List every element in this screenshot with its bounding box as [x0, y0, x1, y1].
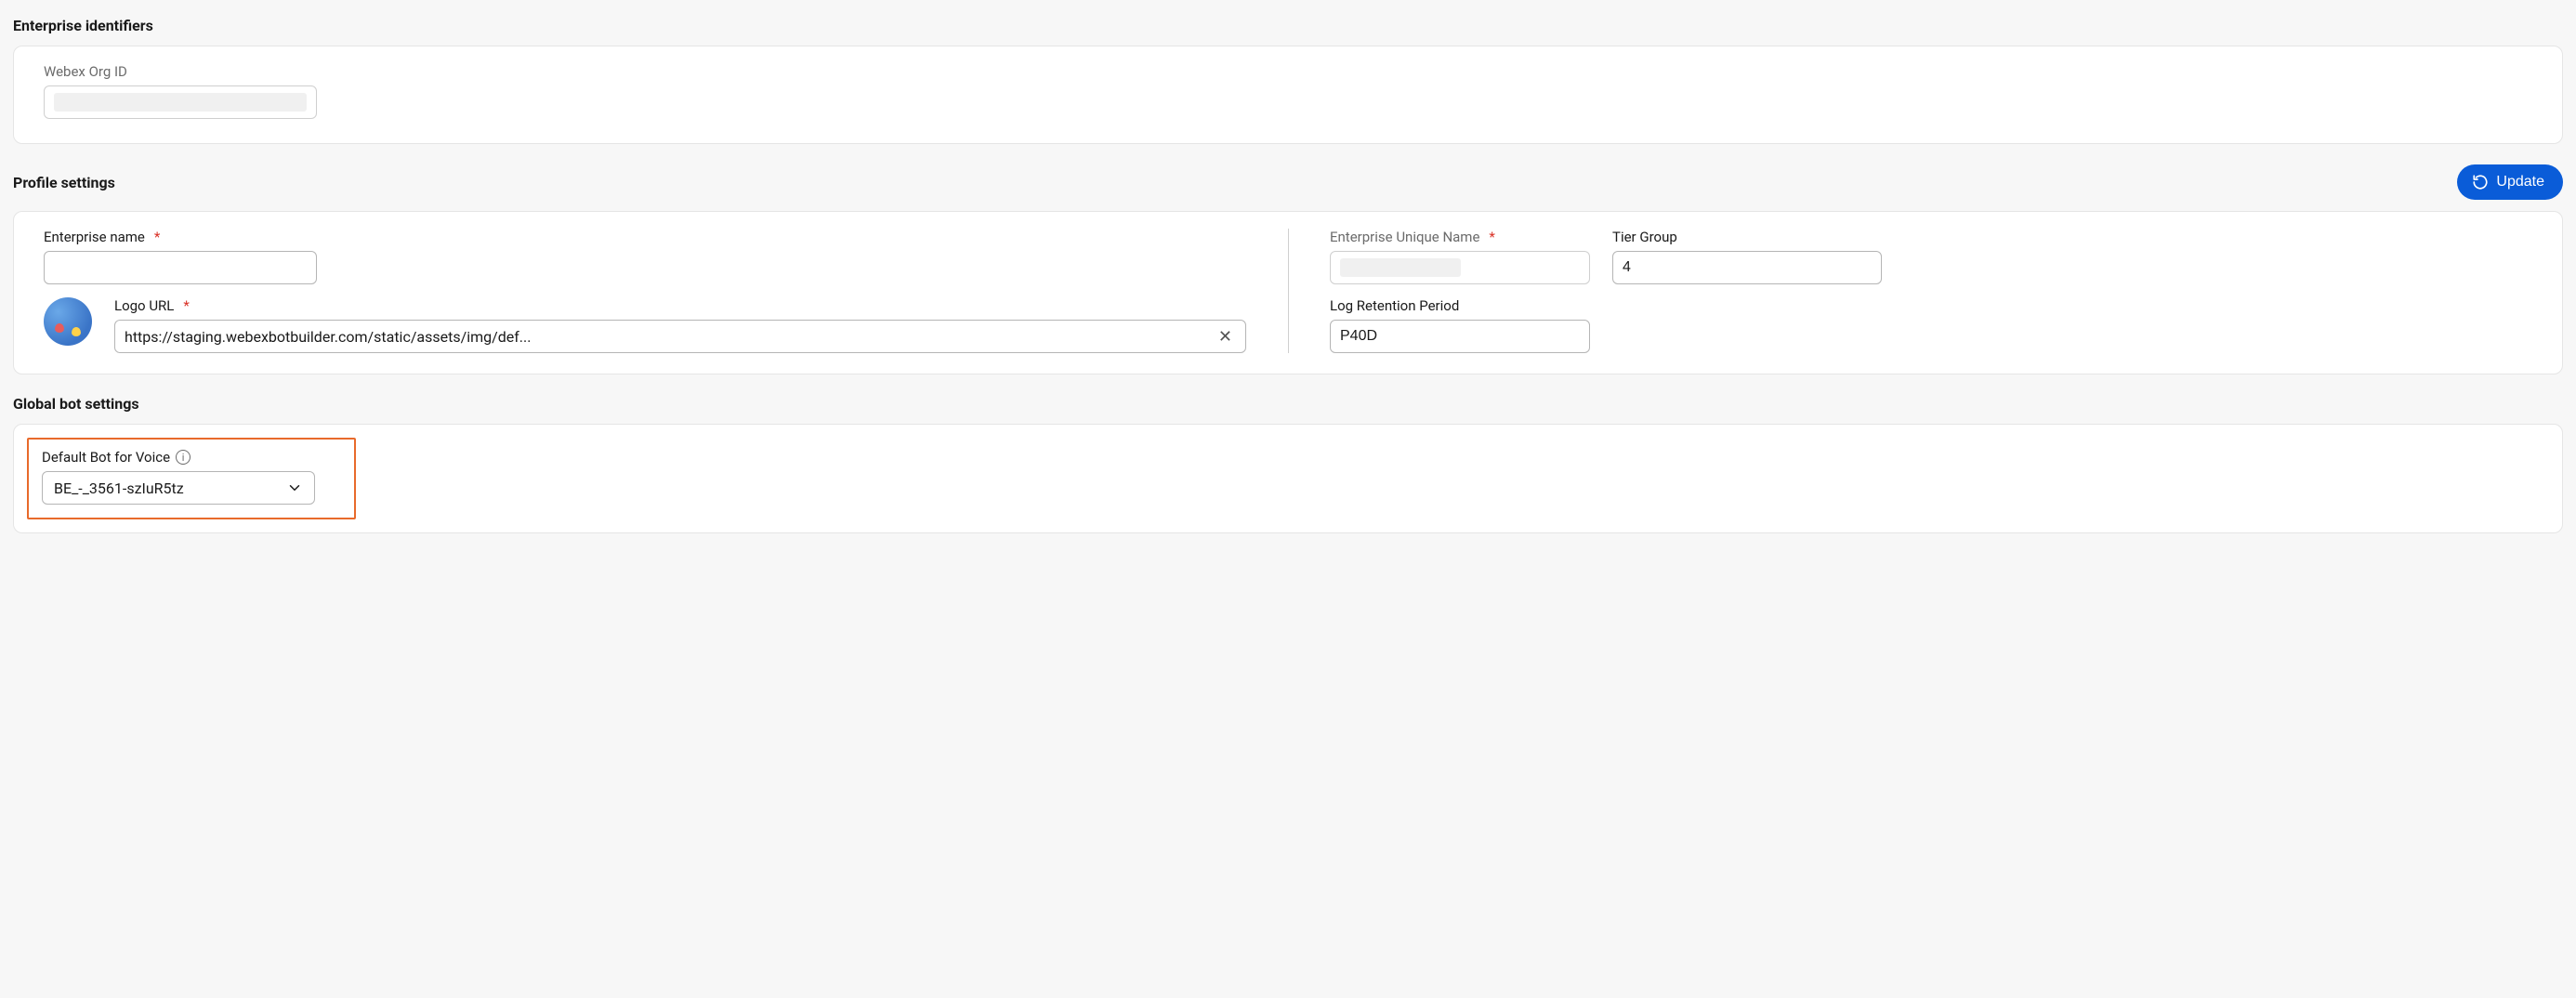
label-enterprise-name: Enterprise name * — [44, 229, 317, 245]
select-default-bot-voice-value: BE_-_3561-szIuR5tz — [54, 479, 184, 497]
refresh-icon — [2472, 174, 2489, 190]
section-title-enterprise-identifiers: Enterprise identifiers — [13, 17, 2563, 34]
input-log-retention[interactable] — [1330, 320, 1590, 353]
profile-left-column: Enterprise name * Logo URL * htt — [44, 229, 1246, 353]
input-enterprise-name[interactable] — [44, 251, 317, 284]
section-title-profile-settings: Profile settings — [13, 174, 115, 191]
label-logo-url-text: Logo URL — [114, 297, 174, 314]
card-enterprise-identifiers: Webex Org ID — [13, 46, 2563, 144]
input-tier-group[interactable] — [1612, 251, 1882, 284]
chevron-down-icon — [286, 479, 303, 496]
card-global-bot-settings: Default Bot for Voice i BE_-_3561-szIuR5… — [13, 424, 2563, 533]
required-asterisk: * — [183, 297, 189, 314]
required-asterisk: * — [154, 229, 160, 245]
update-button[interactable]: Update — [2457, 164, 2563, 200]
logo-url-value: https://staging.webexbotbuilder.com/stat… — [125, 328, 1215, 346]
label-enterprise-unique-name: Enterprise Unique Name * — [1330, 229, 1590, 245]
input-webex-org-id[interactable] — [44, 85, 317, 119]
section-header-profile-settings: Profile settings Update — [13, 164, 2563, 200]
label-default-bot-voice: Default Bot for Voice i — [42, 449, 341, 466]
label-logo-url: Logo URL * — [114, 297, 1246, 314]
field-tier-group: Tier Group — [1612, 229, 1882, 284]
label-tier-group: Tier Group — [1612, 229, 1882, 245]
input-logo-url[interactable]: https://staging.webexbotbuilder.com/stat… — [114, 320, 1246, 353]
log-retention-field[interactable] — [1340, 321, 1580, 352]
clear-icon[interactable]: ✕ — [1215, 327, 1236, 347]
label-log-retention: Log Retention Period — [1330, 297, 1590, 314]
logo-avatar — [44, 297, 92, 346]
divider-vertical — [1288, 229, 1289, 353]
select-default-bot-voice[interactable]: BE_-_3561-szIuR5tz — [42, 471, 315, 505]
input-enterprise-unique-name[interactable] — [1330, 251, 1590, 284]
field-log-retention: Log Retention Period — [1330, 297, 1590, 353]
enterprise-name-field[interactable] — [54, 252, 307, 283]
label-enterprise-unique-name-text: Enterprise Unique Name — [1330, 229, 1479, 245]
profile-right-column: Enterprise Unique Name * Tier Group L — [1330, 229, 2532, 353]
label-webex-org-id: Webex Org ID — [44, 63, 317, 80]
required-asterisk: * — [1489, 229, 1494, 245]
card-profile-settings: Enterprise name * Logo URL * htt — [13, 211, 2563, 374]
field-logo-url: Logo URL * https://staging.webexbotbuild… — [114, 297, 1246, 353]
redacted-value — [54, 93, 307, 112]
label-default-bot-voice-text: Default Bot for Voice — [42, 449, 170, 466]
field-enterprise-name: Enterprise name * — [44, 229, 317, 284]
info-icon[interactable]: i — [176, 450, 191, 465]
redacted-value — [1340, 258, 1461, 277]
highlight-default-bot-voice: Default Bot for Voice i BE_-_3561-szIuR5… — [27, 438, 356, 519]
label-enterprise-name-text: Enterprise name — [44, 229, 145, 245]
update-button-label: Update — [2496, 174, 2544, 190]
section-title-global-bot-settings: Global bot settings — [13, 395, 2563, 413]
field-webex-org-id: Webex Org ID — [44, 63, 317, 119]
tier-group-field[interactable] — [1623, 252, 1872, 283]
field-enterprise-unique-name: Enterprise Unique Name * — [1330, 229, 1590, 284]
